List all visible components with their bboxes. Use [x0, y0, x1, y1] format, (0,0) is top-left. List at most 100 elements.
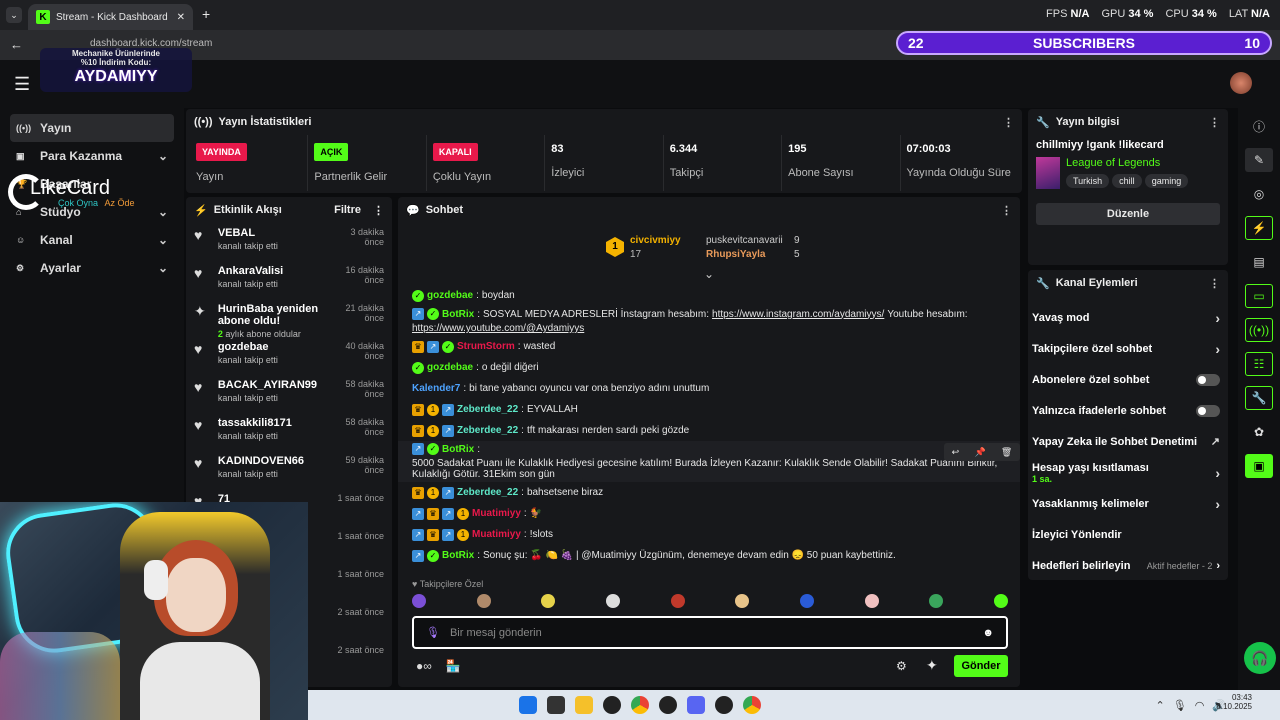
info-icon[interactable]: ⓘ	[1245, 114, 1273, 138]
chat-username[interactable]: Zeberdee_22	[457, 404, 518, 415]
chat-settings-gear-icon[interactable]: ⚙	[896, 659, 907, 673]
chat-username[interactable]: gozdebae	[427, 362, 473, 373]
hamburger-menu-icon[interactable]: ☰	[14, 74, 30, 95]
broadcast-icon[interactable]: ((•))	[1245, 318, 1273, 342]
back-arrow-icon[interactable]: ←	[10, 37, 23, 52]
emote-icon[interactable]	[412, 594, 426, 608]
more-options-icon[interactable]: ⋮	[1209, 277, 1220, 290]
file-explorer-icon[interactable]	[575, 696, 593, 714]
chat-username[interactable]: gozdebae	[427, 290, 473, 301]
chat-username[interactable]: Kalender7	[412, 383, 460, 394]
more-options-icon[interactable]: ⋮	[1209, 116, 1220, 129]
support-headset-icon[interactable]: 🎧	[1244, 642, 1276, 674]
emote-icon[interactable]	[735, 594, 750, 608]
channel-action[interactable]: Abonelere özel sohbet	[1028, 364, 1228, 395]
mic-icon[interactable]: 🎙	[426, 626, 440, 639]
app-g-icon[interactable]	[659, 696, 677, 714]
chat-username[interactable]: BotRix	[442, 444, 474, 455]
delete-icon[interactable]: 🗑	[1001, 447, 1012, 458]
tag[interactable]: Turkish	[1066, 174, 1110, 188]
scroll-down-icon[interactable]: ⌄	[704, 267, 714, 281]
windows-start-icon[interactable]	[519, 696, 537, 714]
activity-sub: kanalı takip etti	[218, 241, 327, 251]
channel-action[interactable]: Yalnızca ifadelerle sohbet	[1028, 395, 1228, 426]
chevron-up-icon[interactable]: ⌃	[1156, 699, 1165, 712]
sidebar-item-2[interactable]: ▣ Para Kazanma ⌄	[10, 142, 174, 170]
chat-username[interactable]: Zeberdee_22	[457, 425, 518, 436]
edit-pencil-icon[interactable]: ✎	[1245, 148, 1273, 172]
chrome-icon[interactable]	[631, 696, 649, 714]
game-icon[interactable]: ▣	[1245, 454, 1273, 478]
emoji-icon[interactable]: ☻	[982, 627, 994, 639]
chat-link[interactable]: https://www.youtube.com/@Aydamiyys	[412, 323, 584, 334]
document-icon[interactable]: ▤	[1245, 250, 1273, 274]
chat-bubble-icon: 💬	[406, 204, 420, 217]
channel-action[interactable]: Yapay Zeka ile Sohbet Denetimi ↗	[1028, 426, 1228, 457]
layout-icon[interactable]: ☷	[1245, 352, 1273, 376]
close-tab-icon[interactable]: ✕	[177, 12, 185, 23]
chat-username[interactable]: Muatimiyy	[472, 508, 521, 519]
wrench-icon[interactable]: 🔧	[1245, 386, 1273, 410]
emote-icon[interactable]	[670, 594, 685, 608]
store-icon[interactable]: 🏪	[446, 659, 461, 673]
pin-icon[interactable]: 📌	[974, 447, 985, 458]
channel-action[interactable]: Hesap yaşı kısıtlaması 1 sa. ›	[1028, 457, 1228, 488]
tag[interactable]: chill	[1112, 174, 1142, 188]
emote-icon[interactable]	[541, 594, 556, 608]
chrome-2-icon[interactable]	[743, 696, 761, 714]
filter-button[interactable]: Filtre	[334, 204, 361, 216]
more-options-icon[interactable]: ⋮	[373, 204, 384, 217]
chat-username[interactable]: BotRix	[442, 550, 474, 561]
tag[interactable]: gaming	[1144, 174, 1189, 188]
channel-action[interactable]: Takipçilere özel sohbet ›	[1028, 333, 1228, 364]
sidebar-item-5[interactable]: ☺ Kanal ⌄	[10, 226, 174, 254]
tab-menu-button[interactable]: ⌄	[6, 7, 22, 23]
points-infinity-icon[interactable]: ●∞	[416, 659, 432, 673]
channel-action[interactable]: Hedefleri belirleyin Aktif hedefler - 2 ›	[1028, 550, 1228, 581]
chat-bubble-icon[interactable]: ▭	[1245, 284, 1273, 308]
discord-icon[interactable]	[687, 696, 705, 714]
task-view-icon[interactable]	[547, 696, 565, 714]
new-tab-button[interactable]: +	[202, 6, 210, 22]
toggle-switch[interactable]	[1196, 373, 1220, 386]
chat-username[interactable]: Zeberdee_22	[457, 487, 518, 498]
channel-action[interactable]: İzleyici Yönlendir	[1028, 519, 1228, 550]
tab-title: Stream - Kick Dashboard	[56, 11, 168, 23]
emote-icon[interactable]	[929, 594, 944, 608]
chat-username[interactable]: Muatimiyy	[472, 529, 521, 540]
emote-icon[interactable]	[476, 594, 491, 608]
chat-username[interactable]: BotRix	[442, 309, 474, 320]
obs-icon[interactable]	[603, 696, 621, 714]
toggle-switch[interactable]	[1196, 404, 1220, 417]
palette-icon[interactable]: ✿	[1245, 420, 1273, 444]
more-options-icon[interactable]: ⋮	[1001, 204, 1012, 217]
reply-icon[interactable]: ↩	[952, 447, 960, 458]
chat-username[interactable]: StrumStorm	[457, 341, 515, 352]
emote-picker-icon[interactable]: ✦	[926, 657, 938, 674]
avatar[interactable]	[1230, 72, 1252, 94]
wifi-icon[interactable]: ◠	[1195, 699, 1205, 712]
emote-icon[interactable]	[605, 594, 620, 608]
channel-action-label: Abonelere özel sohbet	[1032, 373, 1150, 386]
channel-action[interactable]: Yasaklanmış kelimeler ›	[1028, 488, 1228, 519]
mic-icon[interactable]: 🎙	[1173, 699, 1187, 712]
edit-button[interactable]: Düzenle	[1036, 203, 1220, 225]
sidebar-item-1[interactable]: ((•)) Yayın	[10, 114, 174, 142]
activity-sub: 2 aylık abone oldular	[218, 329, 327, 339]
channel-action[interactable]: Yavaş mod ›	[1028, 302, 1228, 333]
emote-icon[interactable]	[993, 594, 1008, 608]
performance-overlay: FPS N/A GPU 34 % CPU 34 % LAT N/A	[1046, 8, 1270, 20]
game-name[interactable]: League of Legends	[1066, 157, 1191, 169]
sidebar-item-6[interactable]: ⚙ Ayarlar ⌄	[10, 254, 174, 282]
emote-icon[interactable]	[864, 594, 879, 608]
chat-input[interactable]: 🎙 Bir mesaj gönderin ☻	[412, 616, 1008, 649]
bolt-icon[interactable]: ⚡	[1245, 216, 1273, 240]
more-options-icon[interactable]: ⋮	[1003, 116, 1014, 129]
send-button[interactable]: Gönder	[954, 655, 1008, 677]
emote-icon[interactable]	[799, 594, 814, 608]
user-badge-icon: ✓	[427, 308, 439, 320]
camera-icon[interactable]: ◎	[1245, 182, 1273, 206]
chat-link[interactable]: https://www.instagram.com/aydamiyys/	[712, 309, 884, 320]
browser-tab[interactable]: K Stream - Kick Dashboard ✕	[28, 4, 193, 30]
app-g2-icon[interactable]	[715, 696, 733, 714]
